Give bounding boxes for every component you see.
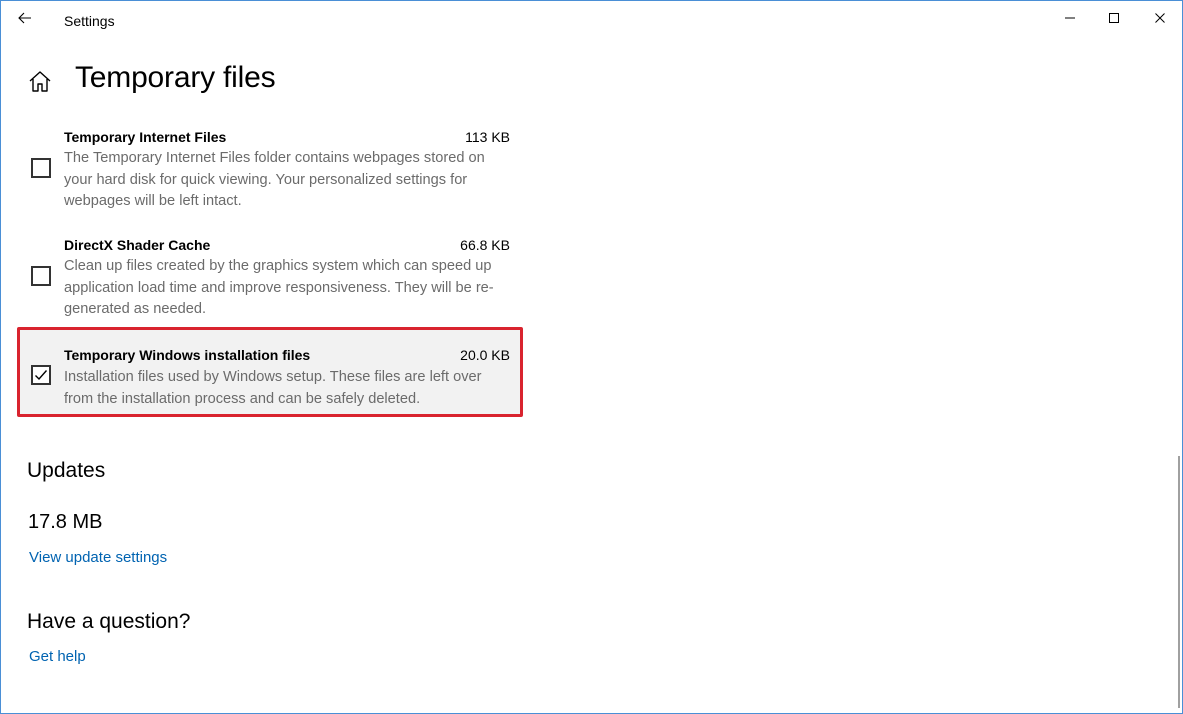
- file-item-name: Temporary Internet Files: [64, 129, 227, 145]
- question-heading: Have a question?: [27, 610, 191, 633]
- page-title: Temporary files: [75, 61, 276, 94]
- file-item-size: 66.8 KB: [460, 237, 510, 253]
- updates-heading: Updates: [27, 459, 106, 482]
- file-item-description: Installation files used by Windows setup…: [64, 369, 482, 407]
- scrollbar[interactable]: [1178, 456, 1180, 708]
- file-item-description: Clean up files created by the graphics s…: [64, 258, 494, 317]
- file-item-name: Temporary Windows installation files: [64, 347, 311, 363]
- file-item-name: DirectX Shader Cache: [64, 237, 211, 253]
- close-button[interactable]: [1137, 1, 1182, 35]
- file-item-description: The Temporary Internet Files folder cont…: [64, 150, 485, 209]
- close-icon: [1155, 13, 1165, 23]
- home-icon: [29, 71, 51, 92]
- maximize-icon: [1109, 13, 1119, 23]
- updates-size: 17.8 MB: [28, 511, 103, 533]
- minimize-icon: [1065, 17, 1075, 19]
- title-bar: Settings: [1, 1, 1182, 37]
- file-item-temporary-internet-files[interactable]: Temporary Internet Files 113 KB The Temp…: [17, 125, 523, 215]
- get-help-link[interactable]: Get help: [29, 648, 86, 665]
- settings-window: Settings Temporary files Temporary Inter…: [0, 0, 1183, 714]
- minimize-button[interactable]: [1047, 1, 1093, 35]
- file-item-size: 113 KB: [465, 129, 510, 145]
- file-item-temporary-windows-installation-files[interactable]: Temporary Windows installation files 20.…: [17, 327, 523, 417]
- view-update-settings-link[interactable]: View update settings: [29, 549, 167, 566]
- file-item-directx-shader-cache[interactable]: DirectX Shader Cache 66.8 KB Clean up fi…: [17, 233, 523, 323]
- file-item-checkbox[interactable]: [31, 158, 51, 178]
- home-button[interactable]: [27, 69, 53, 95]
- back-button[interactable]: [11, 5, 39, 31]
- file-item-checkbox[interactable]: [31, 266, 51, 286]
- app-title: Settings: [64, 13, 115, 29]
- checkmark-icon: [35, 370, 48, 381]
- file-item-checkbox[interactable]: [31, 365, 51, 385]
- back-arrow-icon: [18, 12, 31, 24]
- maximize-button[interactable]: [1091, 1, 1137, 35]
- file-item-size: 20.0 KB: [460, 347, 510, 363]
